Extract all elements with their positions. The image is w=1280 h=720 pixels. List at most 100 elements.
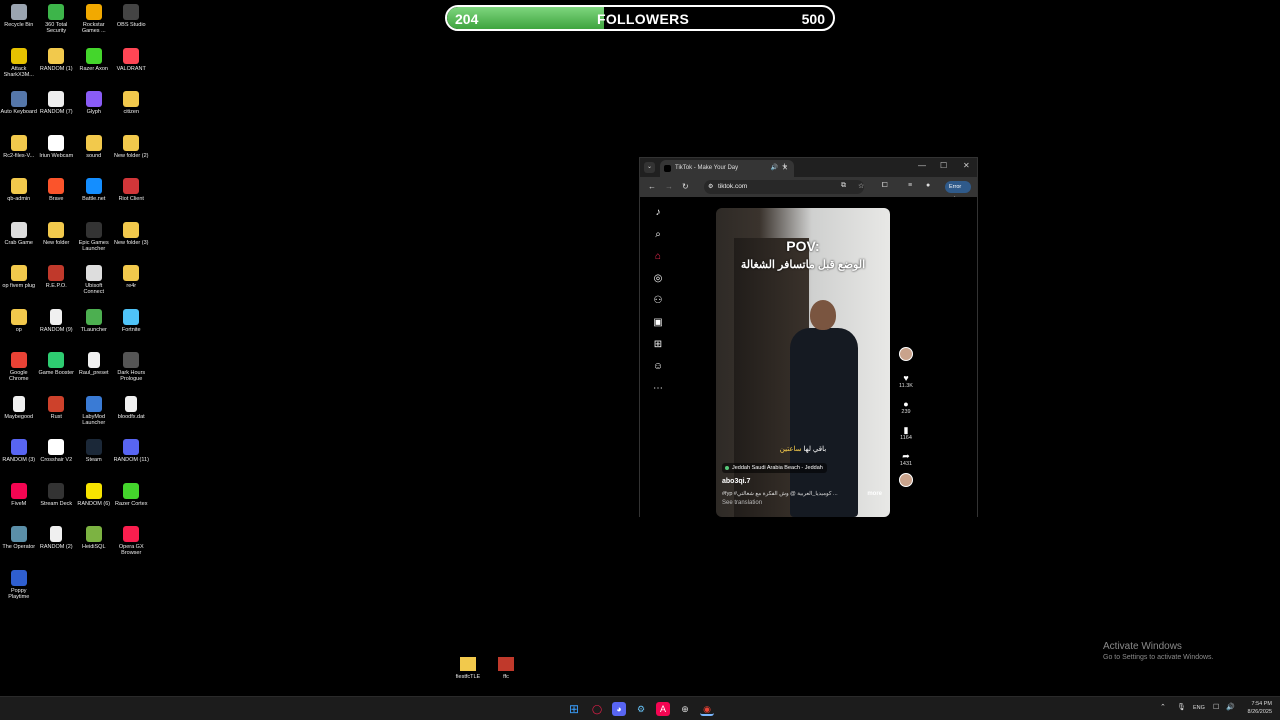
taskbar-fivem-icon[interactable]: A	[656, 702, 670, 716]
desktop-icon[interactable]: HeidiSQL	[75, 524, 113, 568]
desktop-icon[interactable]: Brave	[38, 176, 76, 220]
network-icon[interactable]: ☐	[1213, 703, 1219, 711]
taskbar-clock[interactable]: 7:54 PM 8/26/2025	[1240, 700, 1272, 716]
reload-button[interactable]: ↻	[682, 182, 689, 191]
bookmark-icon[interactable]: ▮	[897, 425, 915, 435]
desktop-icon[interactable]: RANDOM (2)	[38, 524, 76, 568]
creator-avatar[interactable]	[899, 347, 913, 361]
desktop-icon[interactable]: Game Booster	[38, 350, 76, 394]
site-info-icon[interactable]: ⚙	[708, 183, 713, 190]
home-icon[interactable]: ⌂	[648, 251, 668, 273]
desktop-icon[interactable]: Ubisoft Connect	[75, 263, 113, 307]
extensions-icon[interactable]: ⧠	[882, 182, 888, 190]
sound-disc-icon[interactable]	[899, 473, 913, 487]
desktop-icon[interactable]: Crosshair V2	[38, 437, 76, 481]
desktop-icon[interactable]: Razer Axon	[75, 46, 113, 90]
desktop-icon[interactable]: TLauncher	[75, 307, 113, 351]
desktop-icon[interactable]: New folder (3)	[113, 220, 151, 264]
forward-button[interactable]: →	[665, 182, 673, 191]
search-icon[interactable]: ⌕	[648, 229, 668, 251]
desktop-icon[interactable]: Epic Games Launcher	[75, 220, 113, 264]
video-username[interactable]: abo3qi.7	[722, 478, 750, 485]
upload-icon[interactable]: ⊞	[648, 339, 668, 361]
desktop-icon[interactable]: The Operator	[0, 524, 38, 568]
explore-icon[interactable]: ◎	[648, 273, 668, 295]
live-icon[interactable]: ▣	[648, 317, 668, 339]
start-windows-icon[interactable]: ⊞	[567, 702, 581, 716]
taskbar-crosshair-icon[interactable]: ⊕	[678, 702, 692, 716]
desktop-icon[interactable]: LabyMod Launcher	[75, 394, 113, 438]
desktop-icon[interactable]: New folder	[38, 220, 76, 264]
desktop-icon[interactable]: citizen	[113, 89, 151, 133]
desktop-icon[interactable]: New folder (2)	[113, 133, 151, 177]
chrome-window[interactable]: ⌄ TikTok - Make Your Day 🔊 ✕ + — ☐ ✕ ← →…	[639, 157, 978, 517]
window-close-button[interactable]: ✕	[963, 161, 970, 170]
desktop-icon-ffc[interactable]: ffc	[486, 657, 526, 680]
location-tag[interactable]: Jeddah Saudi Arabia Beach - Jeddah	[722, 463, 827, 473]
desktop-icon[interactable]: VALORANT	[113, 46, 151, 90]
like-heart-icon[interactable]: ♥	[897, 373, 915, 383]
new-tab-button[interactable]: +	[782, 161, 787, 171]
desktop-icon[interactable]: 360 Total Security	[38, 2, 76, 46]
language-indicator[interactable]: ENG	[1193, 705, 1205, 711]
address-bar[interactable]: ⚙ tiktok.com	[704, 180, 864, 194]
tab-tiktok[interactable]: TikTok - Make Your Day 🔊 ✕	[660, 160, 794, 177]
see-translation-link[interactable]: See translation	[722, 500, 762, 506]
desktop-icon[interactable]: Razer Cortex	[113, 481, 151, 525]
tab-search-button[interactable]: ⌄	[644, 162, 655, 173]
taskbar-steam-icon[interactable]: ⚙	[634, 702, 648, 716]
desktop-icon[interactable]: RANDOM (6)	[75, 481, 113, 525]
desktop-icon[interactable]: Stream Deck	[38, 481, 76, 525]
video-player[interactable]: POV: الوضع قبل ماتسافر الشغالة باقي لها …	[716, 208, 890, 517]
tiktok-logo-icon[interactable]: ♪	[648, 207, 668, 229]
profile-icon[interactable]: ☺	[648, 361, 668, 383]
desktop-icon[interactable]: Glyph	[75, 89, 113, 133]
more-button[interactable]: more	[867, 491, 882, 497]
maximize-button[interactable]: ☐	[940, 161, 947, 170]
desktop-icon[interactable]: bloodfx.dat	[113, 394, 151, 438]
desktop-icon[interactable]: Fortnite	[113, 307, 151, 351]
comment-icon[interactable]: ●	[897, 399, 915, 409]
bookmark-star-icon[interactable]: ☆	[858, 182, 864, 190]
desktop-icon[interactable]: RANDOM (9)	[38, 307, 76, 351]
profile-error-button[interactable]: Error ⋮	[945, 181, 971, 202]
desktop-icon[interactable]: Poppy Playtime	[0, 568, 38, 612]
following-icon[interactable]: ⚇	[648, 295, 668, 317]
taskbar-chrome-icon[interactable]: ◉	[700, 702, 714, 716]
taskbar-opera-gx-icon[interactable]: ◯	[590, 702, 604, 716]
desktop-icon[interactable]: Steam	[75, 437, 113, 481]
desktop-icon[interactable]: Rust	[38, 394, 76, 438]
taskbar-discord-icon[interactable]: ◕	[612, 702, 626, 716]
more-icon[interactable]: ⋯	[648, 383, 668, 405]
desktop-icon[interactable]: Raul_preset	[75, 350, 113, 394]
minimize-button[interactable]: —	[918, 161, 926, 170]
desktop-icon[interactable]: R.E.P.O.	[38, 263, 76, 307]
desktop-icon-fiestfctle[interactable]: fiestfcTLE	[448, 657, 488, 680]
desktop-icon[interactable]: Iriun Webcam	[38, 133, 76, 177]
desktop-icon[interactable]: Crab Game	[0, 220, 38, 264]
desktop-icon[interactable]: Dark Hours Prologue	[113, 350, 151, 394]
share-icon[interactable]: ➦	[897, 451, 915, 461]
desktop-icon[interactable]: Rc2-files-V...	[0, 133, 38, 177]
desktop-icon[interactable]: op	[0, 307, 38, 351]
desktop-icon[interactable]: Auto Keyboard	[0, 89, 38, 133]
desktop-icon[interactable]: RANDOM (7)	[38, 89, 76, 133]
desktop-icon[interactable]: sound	[75, 133, 113, 177]
desktop-icon[interactable]: Google Chrome	[0, 350, 38, 394]
desktop-icon[interactable]: RANDOM (1)	[38, 46, 76, 90]
volume-icon[interactable]: 🔊	[1226, 703, 1235, 711]
back-button[interactable]: ←	[648, 182, 656, 191]
desktop-icon[interactable]: op fivem plug	[0, 263, 38, 307]
desktop-icon[interactable]: Rockstar Games ...	[75, 2, 113, 46]
desktop-icon[interactable]: qb-admin	[0, 176, 38, 220]
install-app-icon[interactable]: ⧉	[841, 182, 846, 190]
desktop-icon[interactable]: FiveM	[0, 481, 38, 525]
desktop-icon[interactable]: OBS Studio	[113, 2, 151, 46]
desktop-icon[interactable]: re4r	[113, 263, 151, 307]
media-controls-icon[interactable]: ≡	[908, 182, 912, 189]
desktop-icon[interactable]: Riot Client	[113, 176, 151, 220]
profile-avatar[interactable]: ●	[926, 182, 930, 189]
show-hidden-icons-chevron-icon[interactable]: ⌃	[1160, 703, 1166, 711]
desktop-icon[interactable]: RANDOM (11)	[113, 437, 151, 481]
desktop-icon[interactable]: Attack SharkX3M...	[0, 46, 38, 90]
